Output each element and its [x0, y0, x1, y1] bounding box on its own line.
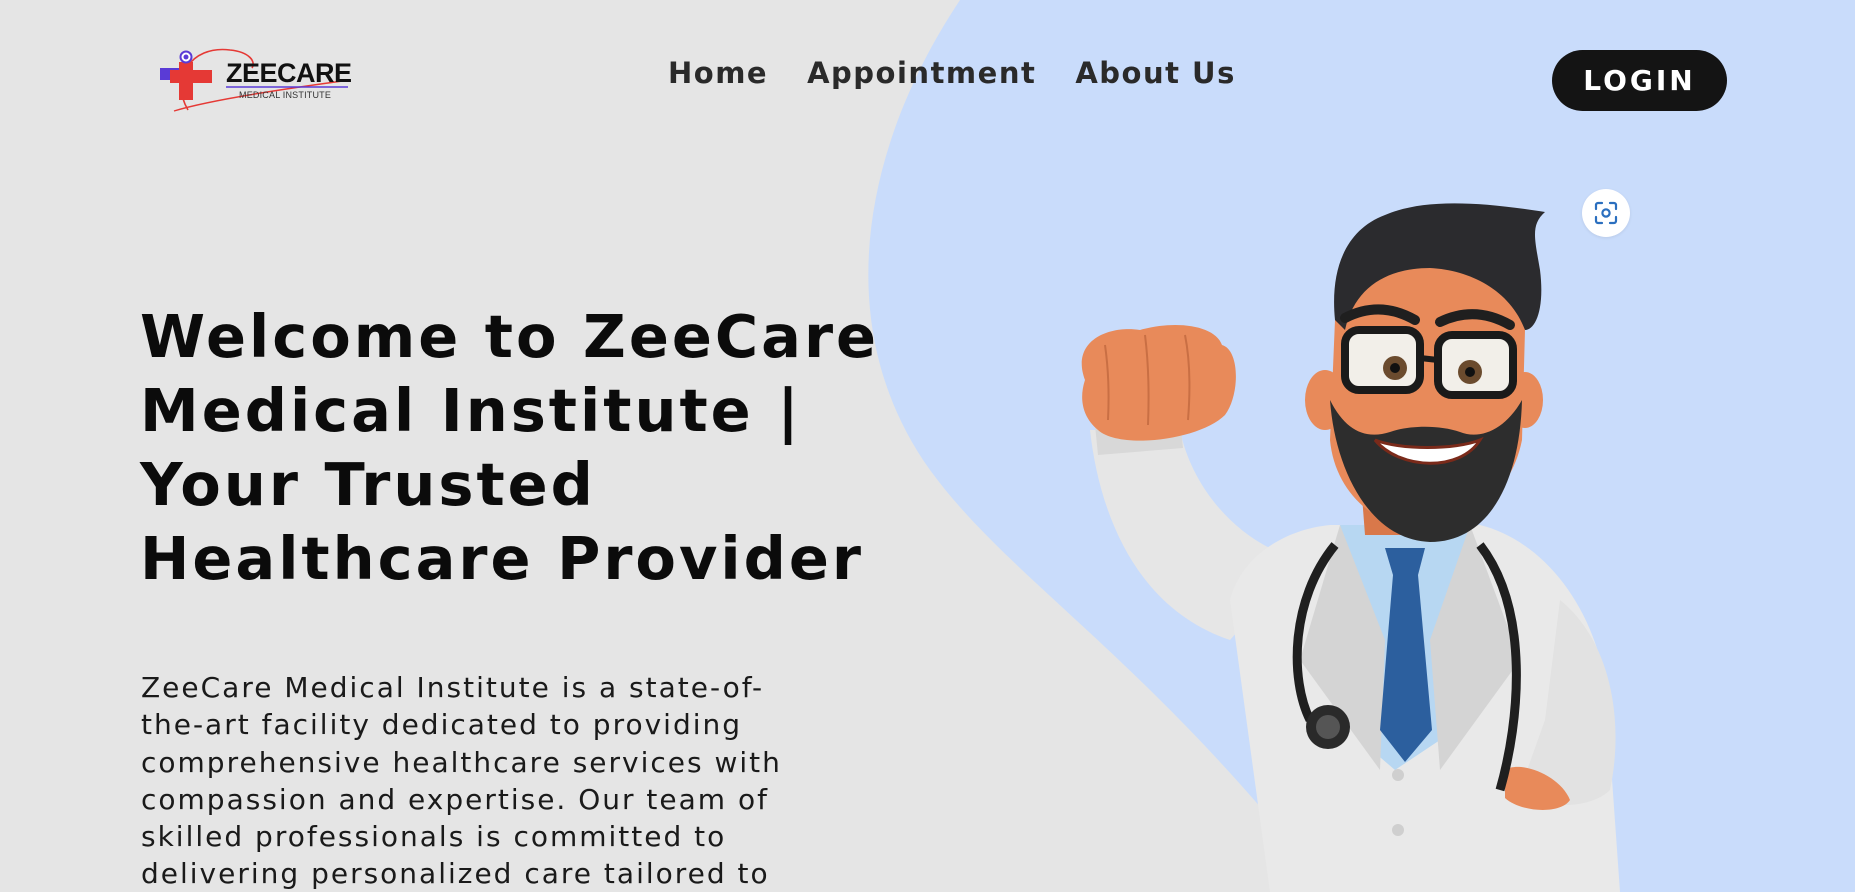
hero-description-line: skilled professionals is committed to — [141, 820, 727, 854]
hero-description-line: ZeeCare Medical Institute is a state-of- — [141, 671, 765, 704]
logo[interactable]: ZEECARE MEDICAL INSTITUTE — [160, 40, 355, 120]
logo-title: ZEECARE — [226, 58, 352, 88]
login-button[interactable]: LOGIN — [1552, 50, 1727, 111]
nav-link-appointment[interactable]: Appointment — [807, 57, 1036, 90]
hero-title-line: Healthcare Provider — [140, 524, 864, 593]
hero-title-line: Welcome to ZeeCare — [140, 302, 880, 371]
visual-search-button[interactable] — [1582, 189, 1630, 237]
hero-title: Welcome to ZeeCare Medical Institute | Y… — [140, 300, 930, 596]
nav-link-about-us[interactable]: About Us — [1075, 57, 1236, 90]
hero-title-line: Medical Institute | — [140, 376, 802, 445]
hero-description-line: compassion and expertise. Our team of — [141, 782, 769, 816]
main-navigation: Home Appointment About Us — [668, 57, 1275, 90]
hero-title-line: Your Trusted — [140, 450, 596, 519]
hero-description-line: comprehensive healthcare services with — [141, 745, 782, 779]
logo-subtitle: MEDICAL INSTITUTE — [239, 90, 332, 100]
hero-description-line: delivering personalized care tailored to — [141, 857, 770, 891]
cartoon-doctor-illustration — [1081, 203, 1620, 892]
scan-focus-icon — [1594, 201, 1618, 225]
nav-link-home[interactable]: Home — [668, 57, 768, 90]
hero-description-line: the-art facility dedicated to providing — [141, 708, 743, 742]
hero-description: ZeeCare Medical Institute is a state-of-… — [141, 669, 901, 892]
